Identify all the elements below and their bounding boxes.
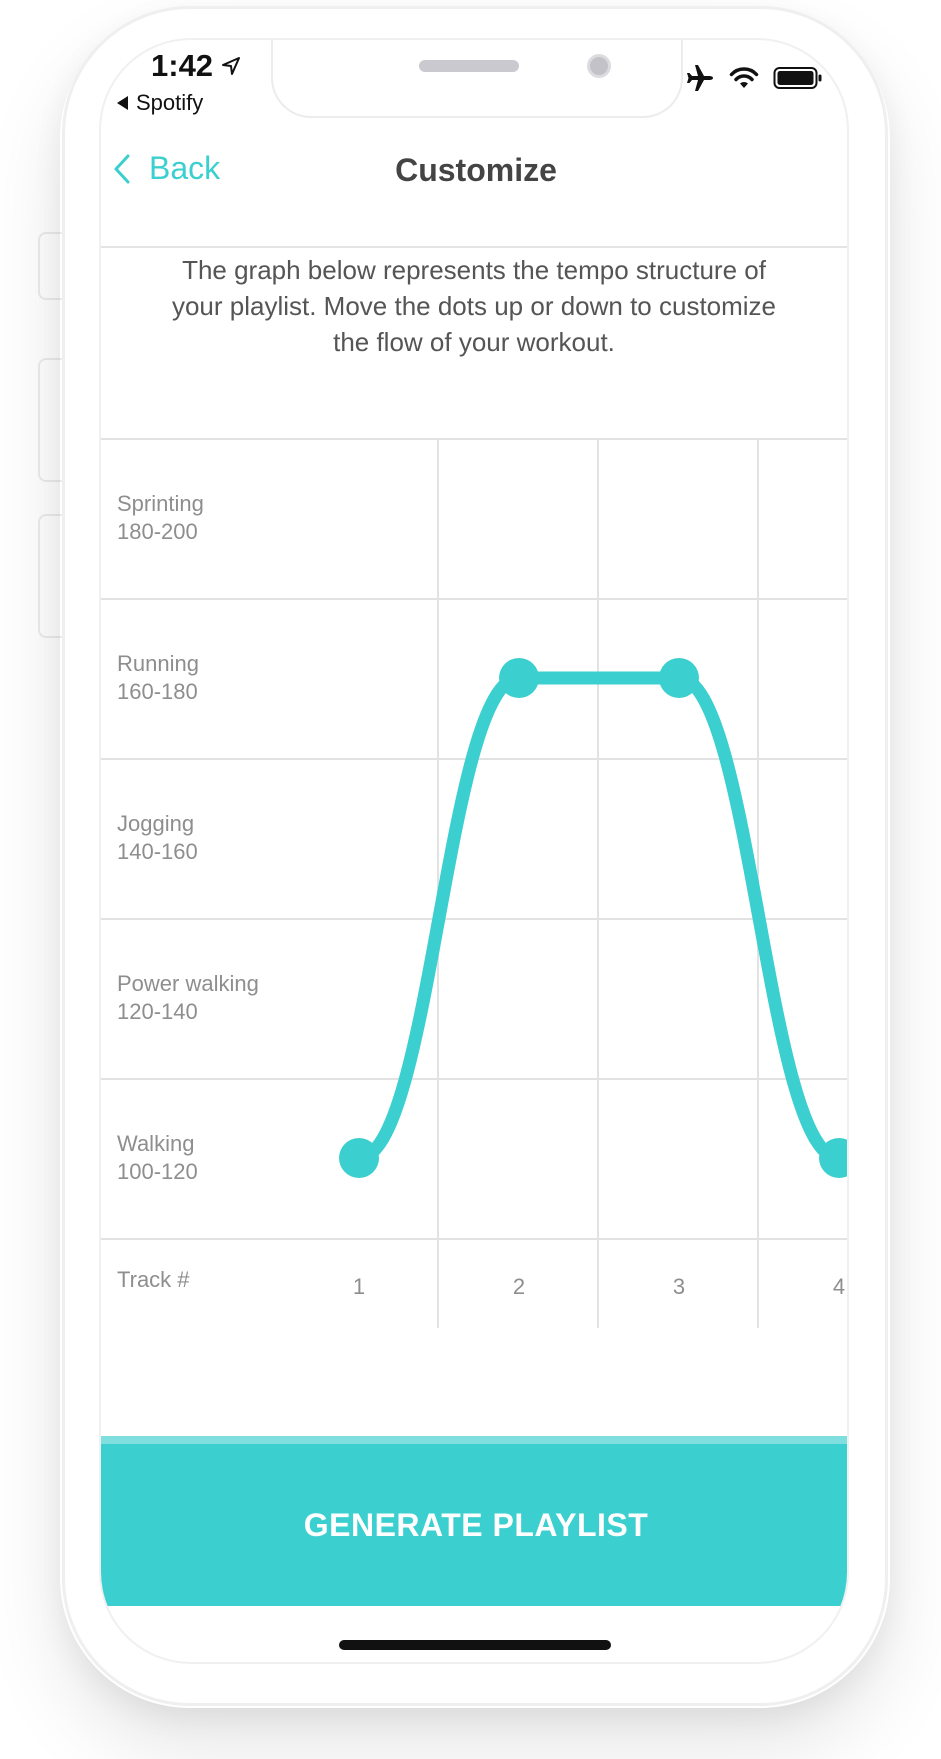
generate-playlist-label: GENERATE PLAYLIST	[303, 1506, 649, 1543]
navigation-bar: Back Customize	[101, 130, 847, 248]
tempo-dot-track-2[interactable]	[499, 658, 539, 698]
track-number: 2	[512, 1274, 526, 1299]
wifi-icon	[729, 67, 759, 88]
home-indicator	[339, 1640, 611, 1650]
status-icons	[685, 64, 823, 92]
tempo-dot-track-1[interactable]	[339, 1138, 379, 1178]
app-screen: 1:42 Spotify Back Customize The graph be…	[99, 38, 849, 1664]
front-camera	[587, 54, 611, 78]
tempo-curve	[339, 658, 847, 1178]
track-header: Track #	[117, 1267, 190, 1292]
track-number: 3	[672, 1274, 686, 1299]
status-time: 1:42	[151, 48, 241, 84]
tempo-dot-track-3[interactable]	[659, 658, 699, 698]
location-arrow-icon	[222, 57, 241, 75]
notch	[271, 40, 683, 118]
intro-text: The graph below represents the tempo str…	[171, 255, 777, 357]
track-number: 1	[352, 1274, 366, 1299]
page-title: Customize	[395, 152, 557, 188]
row-divider	[101, 1238, 847, 1240]
back-triangle-icon	[117, 96, 128, 110]
battery-icon	[773, 67, 822, 89]
back-app-label: Spotify	[136, 90, 204, 115]
time-label: 1:42	[151, 48, 214, 83]
speaker-grille	[419, 60, 519, 72]
track-number: 4	[832, 1274, 846, 1299]
tempo-graph: Sprinting 180-200 Running 160-180 Joggin…	[101, 438, 847, 1328]
generate-playlist-button[interactable]: GENERATE PLAYLIST	[101, 1436, 847, 1606]
tempo-line	[352, 671, 846, 1165]
back-to-app[interactable]: Spotify	[117, 90, 203, 116]
airplane-mode-icon	[687, 65, 713, 91]
